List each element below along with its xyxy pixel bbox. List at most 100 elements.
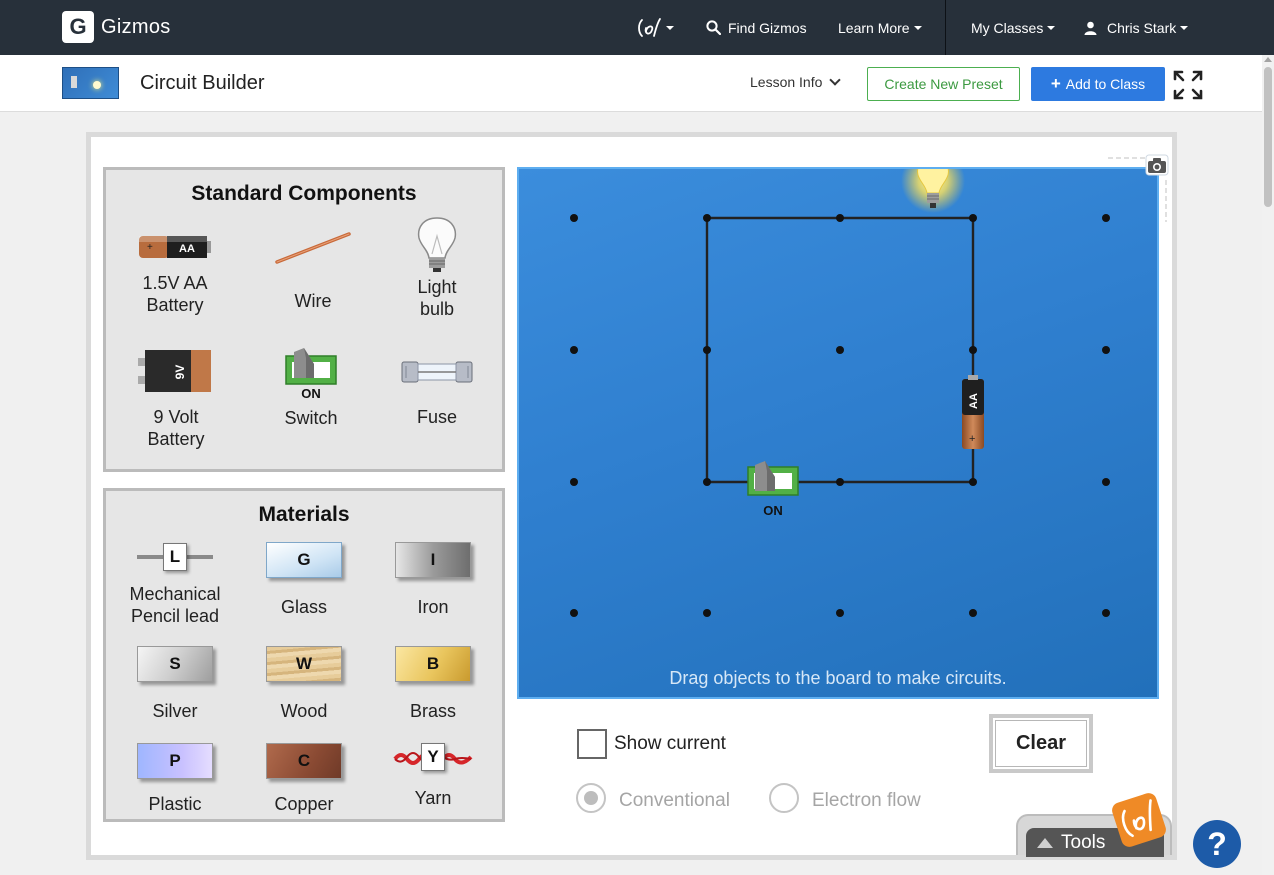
aa-battery-label-line2: Battery <box>146 295 204 315</box>
chevron-down-icon <box>666 25 674 30</box>
fuse-label: Fuse <box>416 407 458 427</box>
9v-battery-icon-text: 9V <box>173 365 187 380</box>
board-aa-battery: AA + <box>962 375 984 449</box>
page-scrollbar[interactable] <box>1262 55 1274 875</box>
yarn-label: Yarn <box>414 788 452 808</box>
material-yarn[interactable]: Y Yarn <box>373 741 493 809</box>
page-title: Circuit Builder <box>140 72 265 94</box>
conventional-radio[interactable] <box>576 783 606 813</box>
brass-swatch: B <box>395 646 471 682</box>
material-pencil-lead[interactable]: L Mechanical Pencil lead <box>115 541 235 627</box>
user-name: Chris Stark <box>1107 19 1177 36</box>
light-bulb-label-line1: Light <box>417 277 457 297</box>
9v-battery-icon: 9V <box>138 350 211 392</box>
silver-letter: S <box>169 654 181 673</box>
learn-more-label: Learn More <box>838 19 910 36</box>
glass-letter: G <box>297 550 311 569</box>
pencil-lead-label-line2: Pencil lead <box>130 606 220 626</box>
scroll-thumb[interactable] <box>1264 67 1272 207</box>
silver-label: Silver <box>152 701 198 721</box>
triangle-up-icon <box>1037 837 1053 848</box>
svg-text:+: + <box>969 433 975 445</box>
help-button[interactable]: ? <box>1193 820 1241 868</box>
material-silver[interactable]: S Silver <box>115 646 235 722</box>
conventional-label: Conventional <box>619 790 730 811</box>
scroll-up-arrow[interactable] <box>1264 57 1272 62</box>
gizmo-thumbnail <box>62 67 119 99</box>
user-menu[interactable]: Chris Stark <box>1084 0 1189 55</box>
component-fuse[interactable]: Fuse <box>377 356 497 428</box>
component-switch[interactable]: ON Switch <box>251 346 371 429</box>
brass-letter: B <box>426 654 440 673</box>
material-iron[interactable]: I Iron <box>373 542 493 618</box>
chevron-down-icon <box>913 25 922 30</box>
material-copper[interactable]: C Copper <box>244 743 364 815</box>
show-current-checkbox[interactable] <box>577 729 607 759</box>
board-light-bulb <box>901 169 965 213</box>
component-wire[interactable]: Wire <box>253 228 373 312</box>
yarn-letter: Y <box>427 747 439 766</box>
search-icon <box>706 20 721 35</box>
board-switch-state: ON <box>763 503 783 518</box>
iron-label: Iron <box>417 597 449 617</box>
component-aa-battery[interactable]: AA + 1.5V AA Battery <box>115 228 235 316</box>
aa-battery-icon-text: AA <box>179 243 195 255</box>
lesson-info-label: Lesson Info <box>750 74 823 90</box>
find-gizmos-label: Find Gizmos <box>728 19 807 36</box>
electron-flow-label: Electron flow <box>812 790 921 811</box>
radio-selected-dot <box>584 791 598 805</box>
gizmos-logo[interactable]: G Gizmos <box>62 11 171 43</box>
chevron-down-icon <box>829 73 842 86</box>
lesson-info-dropdown[interactable]: Lesson Info <box>750 73 842 90</box>
circuit-board[interactable]: AA + ON Drag objects to the board to mak… <box>517 167 1159 699</box>
add-to-class-button[interactable]: + Add to Class <box>1031 67 1165 101</box>
pencil-lead-label-line1: Mechanical <box>129 584 221 604</box>
switch-state-label: ON <box>301 386 321 401</box>
board-battery-text: AA <box>968 393 980 409</box>
top-navigation: G Gizmos Find Gizmos Learn More My Class… <box>0 0 1274 55</box>
electron-flow-radio[interactable] <box>769 783 799 813</box>
svg-text:+: + <box>147 242 153 253</box>
aa-battery-label-line1: 1.5V AA <box>142 273 208 293</box>
wire-label: Wire <box>294 291 332 311</box>
learn-more-menu[interactable]: Learn More <box>838 0 922 55</box>
fuse-icon <box>401 361 473 383</box>
standard-components-title: Standard Components <box>191 182 417 205</box>
gizmo-header: Circuit Builder Lesson Info Create New P… <box>0 55 1262 112</box>
material-brass[interactable]: B Brass <box>373 646 493 722</box>
plastic-label: Plastic <box>148 794 202 814</box>
component-light-bulb[interactable]: Light bulb <box>377 216 497 320</box>
nav-divider <box>945 0 946 55</box>
camera-crop-guide <box>1108 157 1167 222</box>
pencil-lead-swatch: L <box>135 541 215 573</box>
brass-label: Brass <box>409 701 456 721</box>
plastic-letter: P <box>169 751 181 770</box>
chevron-down-icon <box>1180 25 1189 30</box>
my-classes-menu[interactable]: My Classes <box>971 0 1056 55</box>
wire-icon <box>275 232 351 264</box>
wood-label: Wood <box>280 701 328 721</box>
material-plastic[interactable]: P Plastic <box>115 743 235 815</box>
copper-swatch: C <box>266 743 342 779</box>
component-9v-battery[interactable]: 9V 9 Volt Battery <box>116 348 236 450</box>
el-icon <box>638 17 661 37</box>
9v-battery-label-line2: Battery <box>147 429 205 449</box>
circuit-board-canvas: AA + ON <box>570 169 1110 617</box>
material-glass[interactable]: G Glass <box>244 542 364 618</box>
board-hint-text: Drag objects to the board to make circui… <box>669 668 1007 688</box>
create-new-preset-button[interactable]: Create New Preset <box>867 67 1020 101</box>
material-wood[interactable]: W Wood <box>244 646 364 722</box>
plastic-swatch: P <box>137 743 213 779</box>
el-menu-button[interactable] <box>636 0 674 55</box>
fullscreen-icon[interactable] <box>1173 70 1203 100</box>
clear-button[interactable]: Clear <box>989 714 1093 773</box>
switch-label: Switch <box>284 408 338 428</box>
board-switch: ON <box>747 461 799 518</box>
my-classes-label: My Classes <box>971 19 1044 36</box>
switch-icon <box>285 348 337 385</box>
silver-swatch: S <box>137 646 213 682</box>
find-gizmos-link[interactable]: Find Gizmos <box>706 0 807 55</box>
iron-letter: I <box>430 550 436 569</box>
chevron-down-icon <box>1047 25 1056 30</box>
aa-battery-icon: AA + <box>139 236 211 258</box>
